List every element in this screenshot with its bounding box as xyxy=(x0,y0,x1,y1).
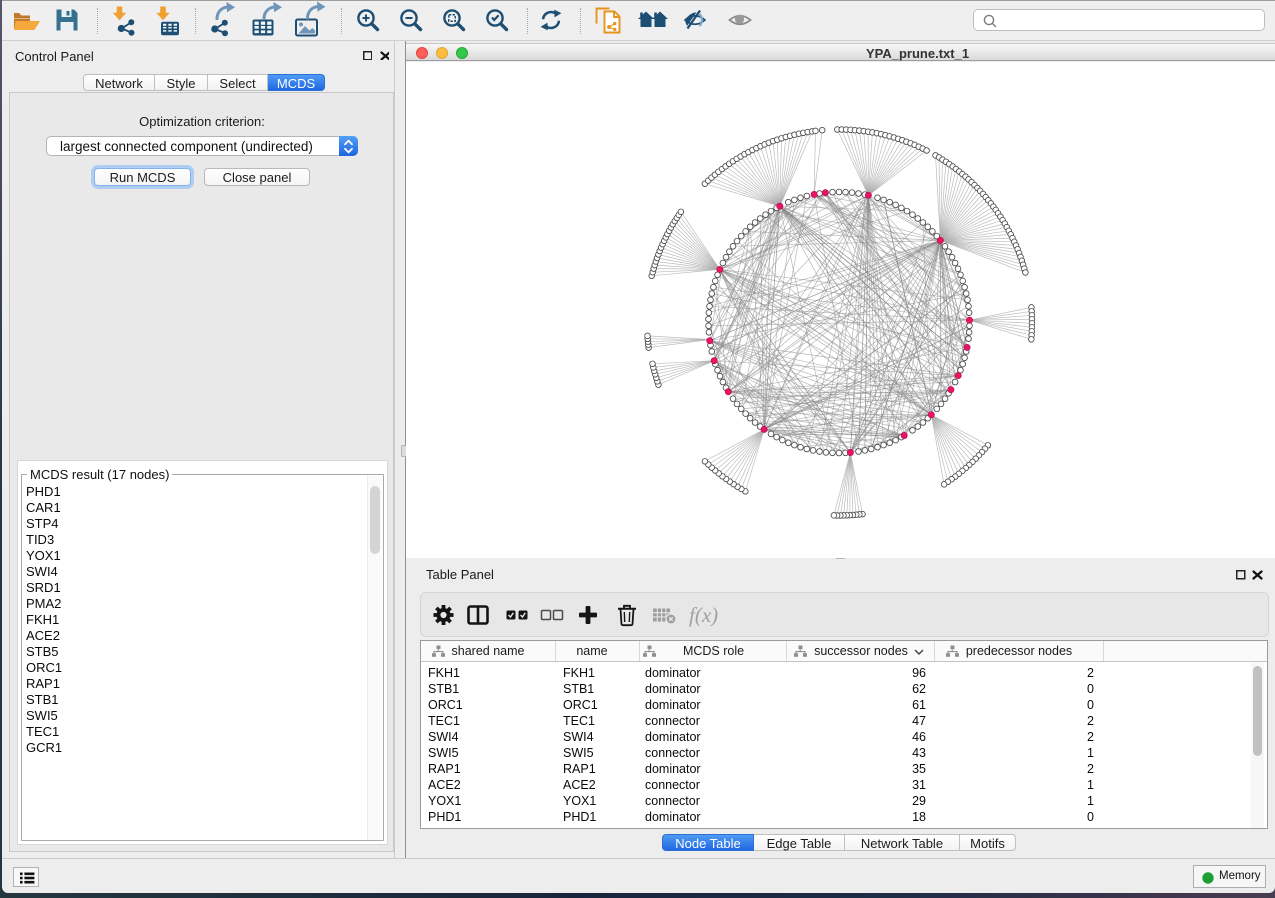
svg-text:f(x): f(x) xyxy=(689,603,718,627)
